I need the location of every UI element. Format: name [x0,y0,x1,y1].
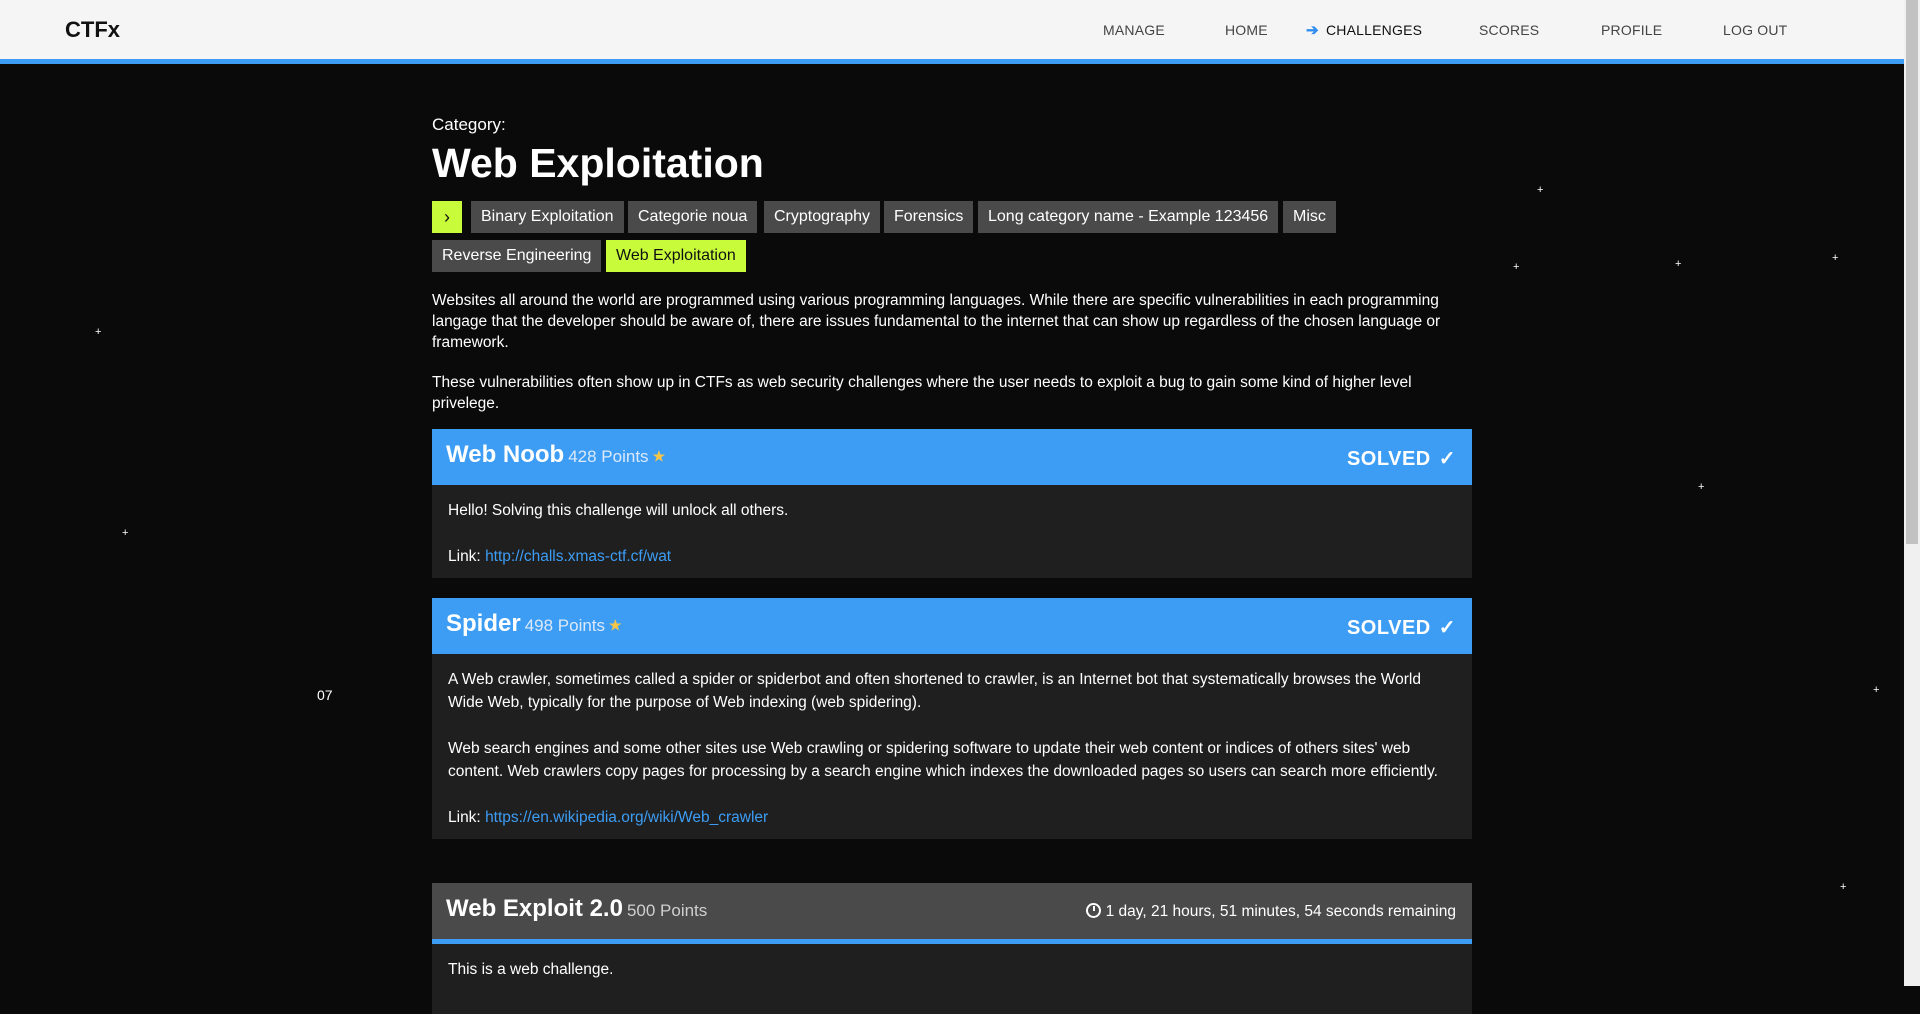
tab-forensics[interactable]: Forensics [884,201,974,233]
solved-status: SOLVED ✓ [1347,615,1456,640]
link-label: Link: [448,548,481,565]
star-decoration: + [122,527,129,539]
challenge-body: A Web crawler, sometimes called a spider… [432,654,1472,839]
category-description: Websites all around the world are progra… [432,292,1441,351]
star-decoration: + [1873,684,1880,696]
tab-categorie-noua[interactable]: Categorie noua [628,201,758,233]
checkmark-icon: ✓ [1438,448,1456,470]
category-toggle-button[interactable]: › [432,201,462,233]
challenge-title-row: Spider 498 Points ★ [446,610,622,638]
solved-status: SOLVED ✓ [1347,446,1456,471]
nav-logout[interactable]: LOG OUT [1723,22,1787,38]
timer-text: 1 day, 21 hours, 51 minutes, 54 seconds … [1105,903,1456,920]
challenge-header[interactable]: Web Noob 428 Points ★ SOLVED ✓ [432,429,1472,485]
challenge-title: Web Noob [446,441,565,468]
tab-long-category[interactable]: Long category name - Example 123456 [978,201,1279,233]
challenge-points: 498 Points [524,616,606,635]
star-decoration: + [95,326,102,338]
challenge-points: 428 Points [568,447,649,466]
challenge-title: Web Exploit 2.0 [446,895,623,922]
star-decoration: + [1513,261,1520,273]
star-decoration: + [1537,184,1544,196]
clock-icon [1085,903,1101,918]
challenge-description: A Web crawler, sometimes called a spider… [448,671,1421,711]
brand-logo[interactable]: CTFx [65,17,120,43]
tab-binary-exploitation[interactable]: Binary Exploitation [471,201,624,233]
challenge-description: Hello! Solving this challenge will unloc… [448,502,789,519]
star-decoration: + [1832,252,1839,264]
challenge-card: Web Noob 428 Points ★ SOLVED ✓ Hello! Solvi… [432,429,1472,578]
challenge-card: Web Exploit 2.0 500 Points 1 day, 21 hour… [432,883,1472,1014]
challenge-body: This is a web challenge. [432,944,1472,1014]
nav-profile[interactable]: PROFILE [1601,22,1662,38]
nav-home[interactable]: HOME [1225,22,1268,38]
star-decoration: + [1840,881,1847,893]
nav-challenges[interactable]: CHALLENGES [1326,22,1422,38]
challenge-link[interactable]: https://en.wikipedia.org/wiki/Web_crawle… [485,809,768,826]
chevron-right-icon: › [444,207,450,227]
challenge-body: Hello! Solving this challenge will unloc… [432,485,1472,578]
tab-cryptography[interactable]: Cryptography [764,201,881,233]
page-title: Web Exploitation [432,140,764,186]
challenge-link[interactable]: http://challs.xmas-ctf.cf/wat [485,548,671,565]
star-icon: ★ [609,617,622,633]
arrow-right-icon: ➔ [1306,22,1319,39]
challenge-title-row: Web Noob 428 Points ★ [446,441,665,469]
challenge-header[interactable]: Web Exploit 2.0 500 Points 1 day, 21 hour… [432,883,1472,944]
challenge-description: This is a web challenge. [448,961,614,978]
challenge-points: 500 Points [626,901,708,920]
status-label: SOLVED [1346,448,1431,470]
checkmark-icon: ✓ [1438,617,1456,639]
challenge-title-row: Web Exploit 2.0 500 Points [446,895,707,923]
challenge-link-row: Link: https://en.wikipedia.org/wiki/Web_… [448,806,1456,829]
side-counter: 07 [317,687,333,703]
scrollbar-thumb[interactable] [1906,0,1918,544]
category-label: Category: [432,115,506,134]
challenge-title: Spider [446,610,521,637]
nav-manage[interactable]: MANAGE [1103,22,1165,38]
nav-scores[interactable]: SCORES [1479,22,1539,38]
star-decoration: + [1675,258,1682,270]
star-decoration: + [1698,481,1705,493]
link-label: Link: [448,809,481,826]
challenge-header[interactable]: Spider 498 Points ★ SOLVED ✓ [432,598,1472,654]
tab-misc[interactable]: Misc [1283,201,1336,233]
star-icon: ★ [652,448,666,464]
status-label: SOLVED [1346,617,1431,639]
tab-reverse-engineering[interactable]: Reverse Engineering [432,240,602,272]
challenge-timer: 1 day, 21 hours, 51 minutes, 54 seconds … [1085,903,1456,921]
tab-web-exploitation[interactable]: Web Exploitation [606,240,746,272]
category-description: These vulnerabilities often show up in C… [432,374,1412,412]
top-navbar: CTFx MANAGE HOME ➔ CHALLENGES SCORES PRO… [0,0,1904,64]
challenge-link-row: Link: http://challs.xmas-ctf.cf/wat [448,545,1456,568]
challenge-description: Web search engines and some other sites … [448,740,1438,780]
challenge-card: Spider 498 Points ★ SOLVED ✓ A Web crawler,… [432,598,1472,839]
